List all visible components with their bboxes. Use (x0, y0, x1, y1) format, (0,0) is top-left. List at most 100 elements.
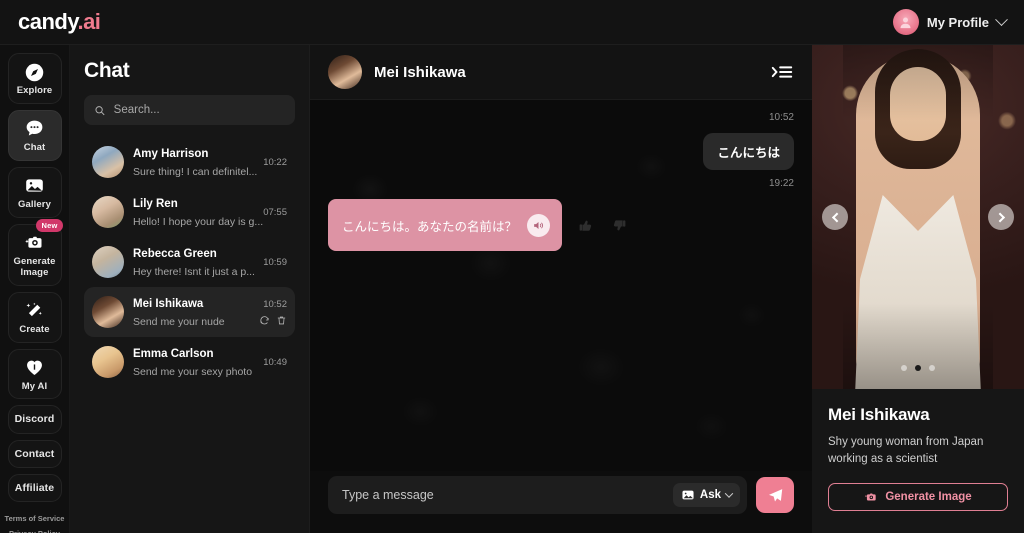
sidebar-item-label: Generate Image (13, 255, 56, 278)
list-item[interactable]: Rebecca Green Hey there! Isnt it just a … (84, 237, 295, 287)
message-row-ai: こんにちは。あなたの名前は？ (328, 199, 794, 251)
conversation-name: Emma Carlson (133, 348, 214, 360)
carousel-dot[interactable] (901, 365, 907, 371)
character-image-carousel (812, 45, 1024, 389)
send-button[interactable] (756, 477, 794, 513)
search-box[interactable] (84, 95, 295, 125)
sidebar-item-label: My AI (21, 380, 48, 392)
character-name: Mei Ishikawa (828, 405, 930, 424)
my-profile-menu[interactable]: My Profile (892, 9, 1008, 35)
sidebar-item-create[interactable]: Create (7, 291, 62, 343)
main-body: Explore Chat Gallery New Generate Image (0, 45, 1024, 533)
conversation-thread: Mei Ishikawa 10:52 こんにちは 19:22 こんにちは。あなた… (310, 45, 812, 533)
brand-name: candy (18, 9, 78, 34)
conversation-preview: Send me your sexy photo (133, 366, 253, 378)
character-panel: Mei Ishikawa Shy young woman from Japan … (812, 45, 1024, 533)
message-timestamp: 19:22 (768, 178, 794, 189)
carousel-prev-button[interactable] (822, 204, 848, 230)
camera-sparkle-icon (24, 232, 46, 254)
refresh-icon[interactable] (259, 315, 270, 326)
conversation-time: 10:22 (263, 156, 287, 168)
sidebar-item-contact[interactable]: Contact (7, 439, 62, 468)
sidebar-item-label: Explore (16, 85, 53, 96)
sidebar-item-gallery[interactable]: Gallery (7, 166, 62, 218)
message-bubble-ai: こんにちは。あなたの名前は？ (328, 199, 563, 251)
ask-label: Ask (699, 489, 721, 501)
chevron-right-icon (994, 212, 1005, 222)
thumbs-up-icon[interactable] (574, 214, 596, 236)
speaker-icon[interactable] (527, 213, 551, 237)
collapse-panel-icon[interactable] (770, 62, 794, 82)
message-text: こんにちは。あなたの名前は？ (342, 219, 518, 234)
search-input[interactable] (113, 104, 285, 116)
conversation-preview: Sure thing! I can definitel... (133, 166, 258, 178)
message-input[interactable] (342, 488, 665, 502)
privacy-policy-link[interactable]: Privacy Policy (5, 529, 65, 533)
chevron-left-icon (831, 212, 842, 222)
top-bar: candy.ai My Profile (0, 0, 1024, 45)
contact-name: Mei Ishikawa (374, 63, 466, 81)
magic-wand-icon (24, 300, 46, 322)
conversation-time: 10:52 (263, 298, 287, 310)
thumbs-down-icon[interactable] (608, 214, 630, 236)
brand-suffix: .ai (77, 9, 101, 34)
profile-label: My Profile (926, 14, 989, 30)
conversation-preview: Hello! I hope your day is g... (133, 216, 264, 228)
conversation-time: 10:59 (263, 256, 287, 268)
messages-area: 10:52 こんにちは 19:22 こんにちは。あなたの名前は？ (310, 100, 812, 471)
message-row-user: こんにちは (328, 133, 794, 170)
chat-bubble-icon (24, 118, 46, 140)
conversation-name: Lily Ren (133, 198, 178, 210)
delete-icon[interactable] (276, 315, 287, 326)
message-input-wrapper[interactable]: Ask (328, 476, 747, 514)
conversation-preview: Hey there! Isnt it just a p... (133, 266, 255, 278)
legal-links: Terms of Service Privacy Policy (5, 514, 65, 533)
list-item[interactable]: Lily Ren Hello! I hope your day is g... … (84, 187, 295, 237)
sidebar-item-discord[interactable]: Discord (7, 405, 62, 434)
sidebar-item-affiliate[interactable]: Affiliate (7, 473, 62, 502)
image-icon (24, 175, 46, 197)
conversation-name: Mei Ishikawa (133, 298, 204, 310)
send-icon (768, 488, 782, 501)
message-timestamp: 10:52 (768, 112, 794, 123)
list-item-selected[interactable]: Mei Ishikawa Send me your nude 10:52 (84, 287, 295, 337)
avatar (92, 346, 124, 378)
sidebar-item-label: Create (19, 323, 50, 335)
message-reactions (574, 214, 630, 236)
list-item[interactable]: Amy Harrison Sure thing! I can definitel… (84, 137, 295, 187)
carousel-next-button[interactable] (988, 204, 1014, 230)
generate-image-button[interactable]: Generate Image (828, 483, 1008, 512)
chevron-down-icon (995, 12, 1008, 26)
chevron-down-icon (724, 489, 734, 498)
avatar (92, 196, 124, 228)
sidebar-item-explore[interactable]: Explore (7, 53, 62, 104)
ask-mode-dropdown[interactable]: Ask (672, 483, 740, 507)
avatar (92, 296, 124, 328)
terms-of-service-link[interactable]: Terms of Service (5, 514, 65, 523)
sidebar-item-label: Chat (23, 141, 46, 153)
carousel-dot-active[interactable] (915, 365, 921, 371)
sidebar-item-generate-image[interactable]: New Generate Image (7, 218, 63, 286)
message-bubble-user: こんにちは (703, 133, 794, 170)
carousel-dot[interactable] (929, 365, 935, 371)
sidebar-item-label: Discord (14, 413, 55, 426)
avatar[interactable] (328, 55, 362, 89)
page-title: Chat (84, 59, 130, 82)
sidebar-item-label: Gallery (18, 198, 51, 210)
conversation-preview: Send me your nude (133, 316, 225, 328)
sidebar-item-label: Affiliate (14, 481, 55, 494)
character-description: Shy young woman from Japan working as a … (828, 436, 984, 465)
avatar (92, 246, 124, 278)
photo-vignette (843, 45, 993, 389)
avatar (892, 9, 919, 35)
left-rail: Explore Chat Gallery New Generate Image (0, 45, 70, 533)
conversation-list-panel: Chat Amy Harrison Sure thing! I can defi… (70, 45, 310, 533)
brand-logo[interactable]: candy.ai (18, 9, 101, 35)
list-item[interactable]: Emma Carlson Send me your sexy photo 10:… (84, 337, 295, 387)
conversation-name: Amy Harrison (133, 148, 209, 160)
search-icon (95, 105, 105, 115)
sidebar-item-chat[interactable]: Chat (7, 109, 62, 161)
sidebar-item-my-ai[interactable]: My AI (7, 348, 62, 400)
sidebar-item-label: Contact (14, 447, 55, 460)
message-composer: Ask (310, 471, 812, 533)
